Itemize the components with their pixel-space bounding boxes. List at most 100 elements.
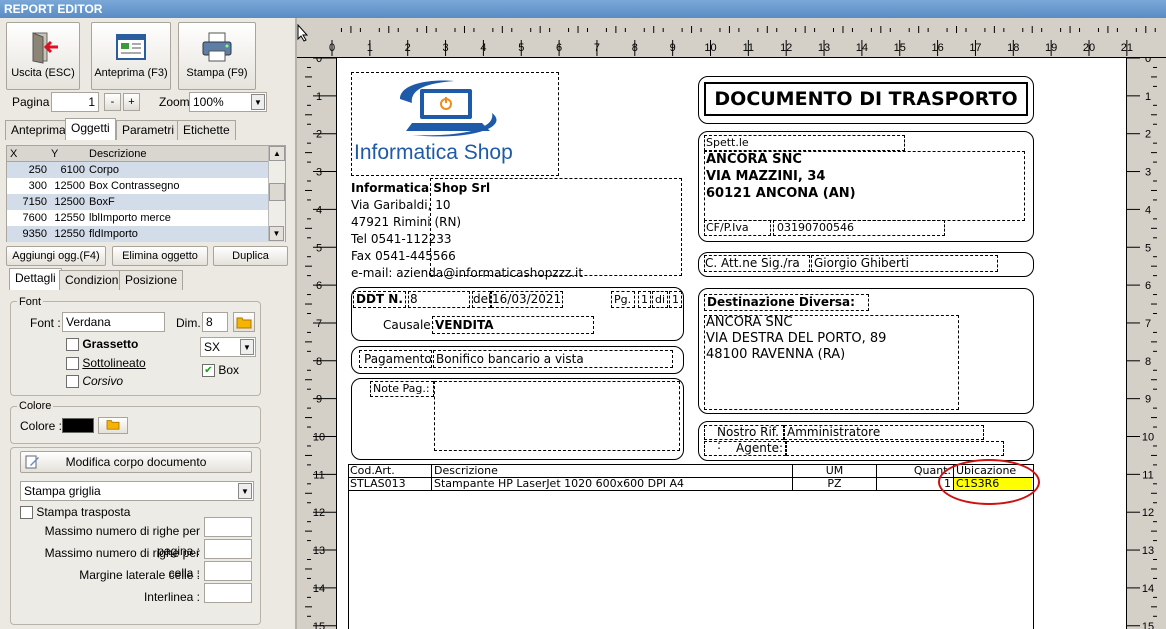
- tab-dettagli[interactable]: Dettagli: [9, 268, 62, 290]
- vertical-ruler-right: 0 1 2 3 4 5 6 7 8 9 10 11 12 13 14 15: [1126, 58, 1166, 629]
- col-code-header: Cod.Art.: [350, 464, 395, 477]
- table-row[interactable]: 250 6100 Corpo: [7, 162, 285, 178]
- folder-button[interactable]: [233, 312, 255, 332]
- ruler-tick-label: 2: [1145, 129, 1151, 141]
- underline-checkbox[interactable]: Sottolineato: [66, 356, 146, 371]
- preview-icon: [92, 23, 170, 67]
- ruler-tick-label: 15: [1142, 621, 1154, 629]
- ruler-tick-label: 8: [632, 42, 638, 54]
- ruler-tick-label: 6: [1145, 280, 1151, 292]
- align-select[interactable]: SX ▼: [200, 337, 256, 357]
- line-spacing-input[interactable]: [204, 583, 252, 603]
- scroll-up-icon[interactable]: ▲: [269, 146, 285, 161]
- ruler-tick-label: 20: [1083, 42, 1095, 54]
- folder-icon: [106, 420, 120, 430]
- page-input[interactable]: 1: [51, 92, 99, 112]
- page-next-button[interactable]: +: [123, 93, 140, 111]
- ruler-tick-label: 1: [316, 91, 322, 103]
- chevron-down-icon[interactable]: ▼: [238, 483, 252, 499]
- ruler-tick-label: 7: [1145, 318, 1151, 330]
- font-label: Font :: [30, 316, 61, 330]
- margin-cells-label: Margine laterale celle :: [79, 568, 200, 582]
- ruler-tick-label: 5: [1145, 242, 1151, 254]
- table-row[interactable]: 7600 12550 lblImporto merce: [7, 210, 285, 226]
- ruler-tick-label: 12: [780, 42, 792, 54]
- ruler-tick-label: 7: [316, 318, 322, 330]
- chevron-down-icon[interactable]: ▼: [240, 339, 254, 355]
- scroll-thumb[interactable]: [269, 183, 285, 201]
- table-row[interactable]: 9350 12550 fldImporto: [7, 226, 285, 242]
- payment-value: Bonifico bancario a vista: [433, 350, 673, 368]
- ddt-number-label: DDT N.: [353, 291, 406, 308]
- attention-value: Giorgio Ghiberti: [811, 255, 998, 272]
- tab-condizioni[interactable]: Condizioni: [59, 270, 128, 290]
- grid-print-select[interactable]: Stampa griglia ▼: [20, 481, 254, 501]
- col-divider: [431, 464, 432, 491]
- item-code: STLAS013: [350, 477, 406, 490]
- reference-value: Amministratore: [784, 425, 984, 440]
- ddt-date-value: 16/03/2021: [491, 291, 563, 308]
- payment-label: Pagamento: [359, 350, 432, 368]
- table-scrollbar[interactable]: ▲ ▼: [268, 146, 285, 241]
- ruler-tick-label: 14: [856, 42, 868, 54]
- objects-table[interactable]: X Y Descrizione 250 6100 Corpo 300 12500 Box…: [6, 145, 286, 242]
- printer-icon: [179, 23, 255, 67]
- horizontal-ruler: 0 1 2 3 4 5 6 7 8 9 10 11 12 13 14 15 16 17 18 19 20 21: [297, 18, 1166, 58]
- chevron-down-icon[interactable]: ▼: [251, 94, 265, 110]
- item-um: PZ: [827, 477, 842, 490]
- preview-button[interactable]: Anteprima (F3): [91, 22, 171, 90]
- ruler-tick-label: 3: [316, 167, 322, 179]
- table-row[interactable]: 300 12500 Box Contrassegno: [7, 178, 285, 194]
- cursor-icon: [297, 23, 309, 45]
- duplicate-button[interactable]: Duplica: [213, 246, 288, 266]
- ruler-tick-label: 13: [313, 545, 325, 557]
- notes-field[interactable]: [434, 381, 680, 451]
- edit-body-button[interactable]: Modifica corpo documento: [20, 451, 252, 473]
- vertical-ruler: 0 1 2 3 4 5 6 7 8 9 10 11 12 13 14 15: [297, 58, 337, 629]
- table-row[interactable]: 7150 12500 BoxF: [7, 194, 285, 210]
- attention-label: C. Att.ne Sig./ra: [704, 255, 810, 272]
- ddt-of-value: 1: [669, 291, 682, 308]
- size-input[interactable]: 8: [202, 312, 228, 332]
- ruler-tick-label: 9: [1145, 394, 1151, 406]
- logo-icon: [392, 77, 512, 146]
- add-object-button[interactable]: Aggiungi ogg.(F4): [6, 246, 106, 266]
- ruler-tick-label: 15: [313, 621, 325, 629]
- ruler-tick-label: 0: [316, 58, 322, 65]
- delete-object-button[interactable]: Elimina oggetto: [112, 246, 208, 266]
- color-picker-button[interactable]: [98, 417, 128, 434]
- tab-posizione[interactable]: Posizione: [119, 270, 184, 290]
- ruler-tick-label: 19: [1045, 42, 1057, 54]
- table-row-line: [348, 490, 1034, 491]
- ddt-page-value: 1: [638, 291, 651, 308]
- ddt-date-label: del: [472, 291, 492, 308]
- highlight-circle: [938, 459, 1040, 505]
- max-rows-page-input[interactable]: [204, 517, 252, 537]
- page-prev-button[interactable]: -: [104, 93, 121, 111]
- print-button[interactable]: Stampa (F9): [178, 22, 256, 90]
- destination-title: Destinazione Diversa:: [704, 294, 869, 311]
- italic-checkbox[interactable]: Corsivo: [66, 374, 123, 389]
- ruler-tick-label: 6: [556, 42, 562, 54]
- ruler-tick-label: 21: [1121, 42, 1133, 54]
- ruler-tick-label: 7: [594, 42, 600, 54]
- font-input[interactable]: Verdana: [62, 312, 165, 332]
- scroll-down-icon[interactable]: ▼: [269, 226, 284, 241]
- exit-button[interactable]: Uscita (ESC): [6, 22, 80, 90]
- max-rows-cell-input[interactable]: [204, 539, 252, 559]
- ruler-tick-label: 13: [818, 42, 830, 54]
- margin-cells-input[interactable]: [204, 561, 252, 581]
- color-swatch[interactable]: [62, 418, 94, 433]
- tab-oggetti[interactable]: Oggetti: [65, 118, 116, 140]
- tab-anteprima[interactable]: Anteprima: [5, 120, 72, 140]
- zoom-select[interactable]: 100% ▼: [189, 92, 267, 112]
- bold-checkbox[interactable]: Grassetto: [66, 337, 138, 352]
- ruler-tick-label: 4: [316, 204, 322, 216]
- transposed-checkbox[interactable]: Stampa trasposta: [20, 505, 130, 520]
- agent-label: Agente:: [704, 441, 786, 456]
- tab-etichette[interactable]: Etichette: [177, 120, 236, 140]
- tab-parametri[interactable]: Parametri: [116, 120, 181, 140]
- ruler-tick-label: 17: [969, 42, 981, 54]
- logo-box[interactable]: Informatica Shop: [351, 72, 559, 176]
- box-checkbox[interactable]: ✔ Box: [202, 363, 239, 378]
